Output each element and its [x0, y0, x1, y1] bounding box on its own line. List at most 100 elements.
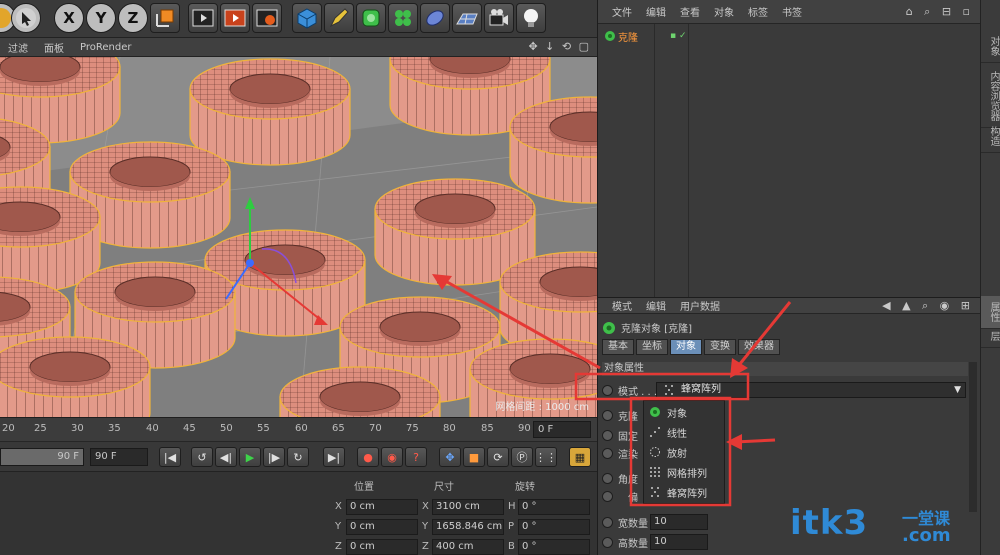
- height-count-field[interactable]: 10: [650, 534, 708, 550]
- menu-user-data[interactable]: 用户数据: [680, 298, 720, 313]
- light-button[interactable]: [516, 3, 546, 33]
- render-view-button[interactable]: [188, 3, 218, 33]
- parameter-key-button[interactable]: Ⓟ: [511, 447, 533, 467]
- attribute-tabs: 基本 坐标 对象 变换 效果器: [602, 339, 782, 355]
- mode-dropdown[interactable]: 蜂窝阵列 ▼: [656, 382, 966, 398]
- menu-bookmarks[interactable]: 书签: [782, 4, 802, 19]
- menu-tags[interactable]: 标签: [748, 4, 768, 19]
- go-to-end-button[interactable]: ▶|: [323, 447, 345, 467]
- pos-z-field[interactable]: 0 cm: [346, 539, 418, 555]
- subdivision-button[interactable]: [356, 3, 386, 33]
- pos-x-field[interactable]: 0 cm: [346, 499, 418, 515]
- viewport-menu-filter[interactable]: 过滤: [8, 40, 28, 55]
- partial-label: 偏: [628, 492, 638, 504]
- tab-coord[interactable]: 坐标: [636, 339, 668, 355]
- size-x-field[interactable]: 3100 cm: [432, 499, 504, 515]
- next-key-button[interactable]: ↻: [287, 447, 309, 467]
- side-tab-content-browser[interactable]: 内容浏览器: [981, 65, 1000, 128]
- cloner-button[interactable]: [388, 3, 418, 33]
- render-settings-button[interactable]: [252, 3, 282, 33]
- pen-icon: [329, 8, 349, 28]
- param-radio[interactable]: [602, 447, 613, 459]
- width-count-field[interactable]: 10: [650, 514, 708, 530]
- deformer-button[interactable]: [420, 3, 450, 33]
- side-tab-structure[interactable]: 构造: [981, 120, 1000, 153]
- y-axis-lock-button[interactable]: Y: [86, 3, 116, 33]
- param-radio[interactable]: [602, 516, 613, 528]
- next-frame-button[interactable]: |▶: [263, 447, 285, 467]
- select-arrow-icon: [16, 8, 36, 28]
- rotation-key-button[interactable]: ⟳: [487, 447, 509, 467]
- visibility-check-icon[interactable]: ▪ ✓: [670, 31, 687, 41]
- render-picture-viewer-button[interactable]: [220, 3, 250, 33]
- previous-frame-button[interactable]: ◀|: [215, 447, 237, 467]
- menu-mode[interactable]: 模式: [612, 298, 632, 313]
- param-radio[interactable]: [602, 409, 613, 421]
- param-radio[interactable]: [602, 490, 613, 502]
- previous-key-button[interactable]: ↺: [191, 447, 213, 467]
- point-level-key-button[interactable]: ⋮⋮: [535, 447, 557, 467]
- go-to-start-button[interactable]: |◀: [159, 447, 181, 467]
- grid-spacing-label: 网格间距 : 1000 cm: [495, 402, 589, 413]
- play-button[interactable]: ▶: [239, 447, 261, 467]
- size-z-field[interactable]: 400 cm: [432, 539, 504, 555]
- tab-object[interactable]: 对象: [670, 339, 702, 355]
- mode-option-linear[interactable]: 线性: [649, 423, 687, 441]
- tab-effectors[interactable]: 效果器: [738, 339, 780, 355]
- mode-option-honeycomb[interactable]: 蜂窝阵列: [649, 483, 707, 501]
- menu-edit[interactable]: 编辑: [646, 4, 666, 19]
- pen-tool-button[interactable]: [324, 3, 354, 33]
- rot-h-field[interactable]: 0 °: [518, 499, 590, 515]
- record-key-icon: ●: [363, 450, 373, 464]
- current-frame-field[interactable]: 0 F: [533, 421, 591, 438]
- param-radio[interactable]: [602, 536, 613, 548]
- viewport-menu-panel[interactable]: 面板: [44, 40, 64, 55]
- autokey-button[interactable]: ◉: [381, 447, 403, 467]
- mode-option-grid-array[interactable]: 网格排列: [649, 463, 707, 481]
- viewport-nav-icons[interactable]: ✥ ↓ ⟲ ▢: [528, 40, 591, 53]
- tab-transform[interactable]: 变换: [704, 339, 736, 355]
- honeycomb-mode-icon: [651, 487, 659, 497]
- menu-object[interactable]: 对象: [714, 4, 734, 19]
- mode-radio[interactable]: [602, 384, 613, 396]
- side-tab-layers[interactable]: 层: [981, 325, 1000, 348]
- 3d-viewport[interactable]: 网格间距 : 1000 cm: [0, 57, 597, 417]
- floor-button[interactable]: [452, 3, 482, 33]
- rot-p-field[interactable]: 0 °: [518, 519, 590, 535]
- scale-key-button[interactable]: ■: [463, 447, 485, 467]
- side-tab-objects[interactable]: 对象: [981, 30, 1000, 63]
- keyframe-selection-button[interactable]: ?: [405, 447, 427, 467]
- watermark-logo: itk3: [790, 503, 869, 543]
- pos-y-field[interactable]: 0 cm: [346, 519, 418, 535]
- skip-end-icon: ▶|: [327, 450, 341, 464]
- viewport-menu-prorender[interactable]: ProRender: [80, 42, 131, 53]
- x-axis-lock-button[interactable]: X: [54, 3, 84, 33]
- select-button[interactable]: [11, 3, 41, 33]
- timeline-window-button[interactable]: ▦: [569, 447, 591, 467]
- param-radio[interactable]: [602, 429, 613, 441]
- param-radio[interactable]: [602, 472, 613, 484]
- rot-b-field[interactable]: 0 °: [518, 539, 590, 555]
- mode-option-object[interactable]: 对象: [649, 403, 687, 421]
- end-frame-field[interactable]: 90 F: [90, 448, 148, 466]
- width-count-label: 宽数量: [618, 518, 648, 530]
- attribute-nav-icons[interactable]: ◀ ▲ ⌕ ◉ ⊞: [882, 299, 974, 313]
- size-y-field[interactable]: 1658.846 cm: [432, 519, 504, 535]
- position-key-button[interactable]: ✥: [439, 447, 461, 467]
- z-axis-lock-button[interactable]: Z: [118, 3, 148, 33]
- add-cube-button[interactable]: [292, 3, 322, 33]
- preview-range-field[interactable]: 90 F: [0, 448, 84, 466]
- record-keys-button[interactable]: ●: [357, 447, 379, 467]
- attribute-scrollbar[interactable]: [969, 362, 977, 512]
- camera-button[interactable]: [484, 3, 514, 33]
- menu-file[interactable]: 文件: [612, 4, 632, 19]
- mode-option-radial[interactable]: 放射: [649, 443, 687, 461]
- coordinate-system-button[interactable]: [150, 3, 180, 33]
- tab-basic[interactable]: 基本: [602, 339, 634, 355]
- timeline-ruler[interactable]: 20 25 30 35 40 45 50 55 60 65 70 75 80 8…: [0, 417, 597, 441]
- menu-edit[interactable]: 编辑: [646, 298, 666, 313]
- object-row-cloner[interactable]: 克隆 ▪ ✓: [600, 28, 979, 44]
- side-tab-strip: 对象 内容浏览器 构造 属性 层: [980, 0, 1000, 555]
- menu-view[interactable]: 查看: [680, 4, 700, 19]
- object-manager-icons[interactable]: ⌂ ⌕ ⊟ ▫: [906, 5, 974, 19]
